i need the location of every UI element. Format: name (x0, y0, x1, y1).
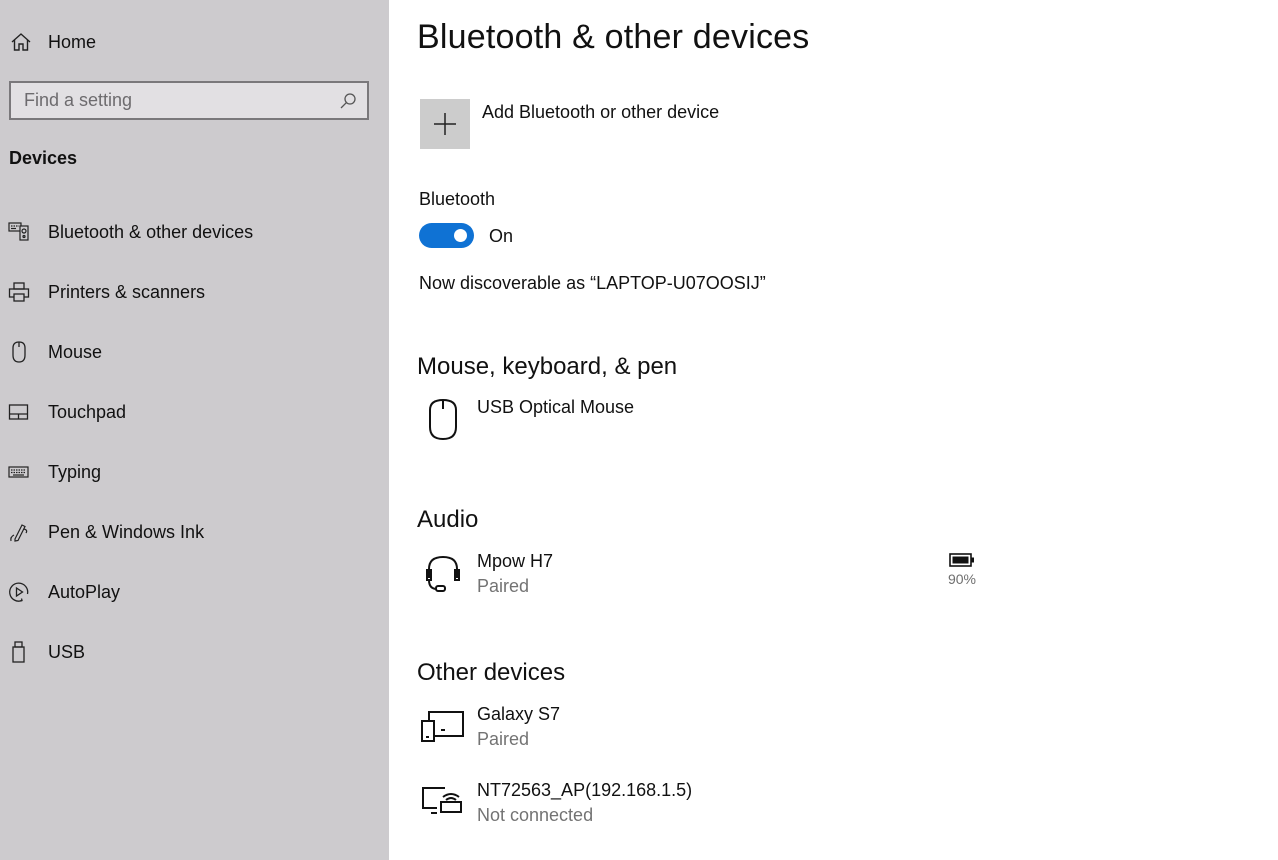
touchpad-icon (8, 404, 29, 420)
search-box (9, 81, 369, 120)
add-device-button[interactable] (420, 99, 470, 149)
keyboard-icon (8, 466, 29, 478)
wireless-display-icon (422, 787, 462, 814)
bluetooth-devices-icon (8, 222, 29, 241)
phone-device-icon (421, 711, 464, 742)
page-title: Bluetooth & other devices (417, 18, 810, 56)
sidebar-item-label: Printers & scanners (48, 281, 206, 302)
device-galaxy-s7[interactable]: Galaxy S7 Paired (417, 704, 1017, 754)
add-device-label[interactable]: Add Bluetooth or other device (482, 102, 719, 123)
sidebar-item-label: Mouse (48, 341, 103, 362)
usb-icon (12, 641, 25, 663)
device-status: Not connected (477, 805, 594, 825)
device-name: USB Optical Mouse (477, 397, 635, 417)
sidebar-item-usb[interactable]: USB (0, 622, 389, 682)
pen-icon (10, 524, 28, 542)
home-icon (11, 33, 31, 51)
autoplay-icon (9, 582, 29, 602)
sidebar-item-label: Typing (48, 461, 102, 482)
group-title-audio: Audio (417, 506, 479, 533)
section-title: Devices (9, 148, 78, 168)
mouse-icon (12, 341, 26, 363)
device-usb-optical-mouse[interactable]: USB Optical Mouse (417, 397, 1017, 447)
sidebar-item-pen[interactable]: Pen & Windows Ink (0, 502, 389, 562)
group-title-input-devices: Mouse, keyboard, & pen (417, 353, 678, 380)
device-status: Paired (477, 576, 530, 596)
group-title-other-devices: Other devices (417, 659, 566, 686)
device-name: Mpow H7 (477, 551, 554, 571)
device-name: Galaxy S7 (477, 704, 561, 724)
mouse-icon (429, 398, 457, 441)
sidebar-item-label: Touchpad (48, 401, 127, 422)
sidebar-nav: Bluetooth & other devices Printers & sca… (0, 202, 389, 682)
device-status: Paired (477, 729, 530, 749)
device-name: NT72563_AP(192.168.1.5) (477, 780, 693, 800)
bluetooth-toggle[interactable] (419, 223, 474, 248)
home-link[interactable]: Home (0, 22, 389, 62)
sidebar-item-label: Bluetooth & other devices (48, 221, 254, 242)
sidebar-item-typing[interactable]: Typing (0, 442, 389, 502)
sidebar: Home Devices Bluetooth & other devices (0, 0, 389, 860)
sidebar-item-autoplay[interactable]: AutoPlay (0, 562, 389, 622)
device-mpow-h7[interactable]: Mpow H7 Paired (417, 551, 1017, 601)
sidebar-item-bluetooth[interactable]: Bluetooth & other devices (0, 202, 389, 262)
headset-icon (426, 555, 460, 592)
battery-percent: 90% (947, 571, 977, 587)
sidebar-item-touchpad[interactable]: Touchpad (0, 382, 389, 442)
sidebar-item-label: Pen & Windows Ink (48, 521, 205, 542)
sidebar-item-label: AutoPlay (48, 581, 121, 602)
battery-icon (949, 553, 974, 567)
sidebar-item-printers[interactable]: Printers & scanners (0, 262, 389, 322)
home-label: Home (48, 31, 97, 52)
device-nt72563-ap[interactable]: NT72563_AP(192.168.1.5) Not connected (417, 780, 1017, 830)
sidebar-item-mouse[interactable]: Mouse (0, 322, 389, 382)
toggle-knob (454, 229, 467, 242)
bluetooth-state-label: On (489, 226, 514, 246)
battery-indicator: 90% (937, 553, 987, 587)
search-input[interactable] (11, 83, 321, 118)
bluetooth-label: Bluetooth (419, 189, 496, 209)
plus-icon (434, 113, 456, 135)
discoverable-text: Now discoverable as “LAPTOP-U07OOSIJ” (419, 273, 766, 293)
main-content: Bluetooth & other devices Add Bluetooth … (389, 0, 1278, 860)
printer-icon (8, 282, 30, 302)
sidebar-item-label: USB (48, 641, 86, 662)
search-icon[interactable] (339, 92, 357, 110)
